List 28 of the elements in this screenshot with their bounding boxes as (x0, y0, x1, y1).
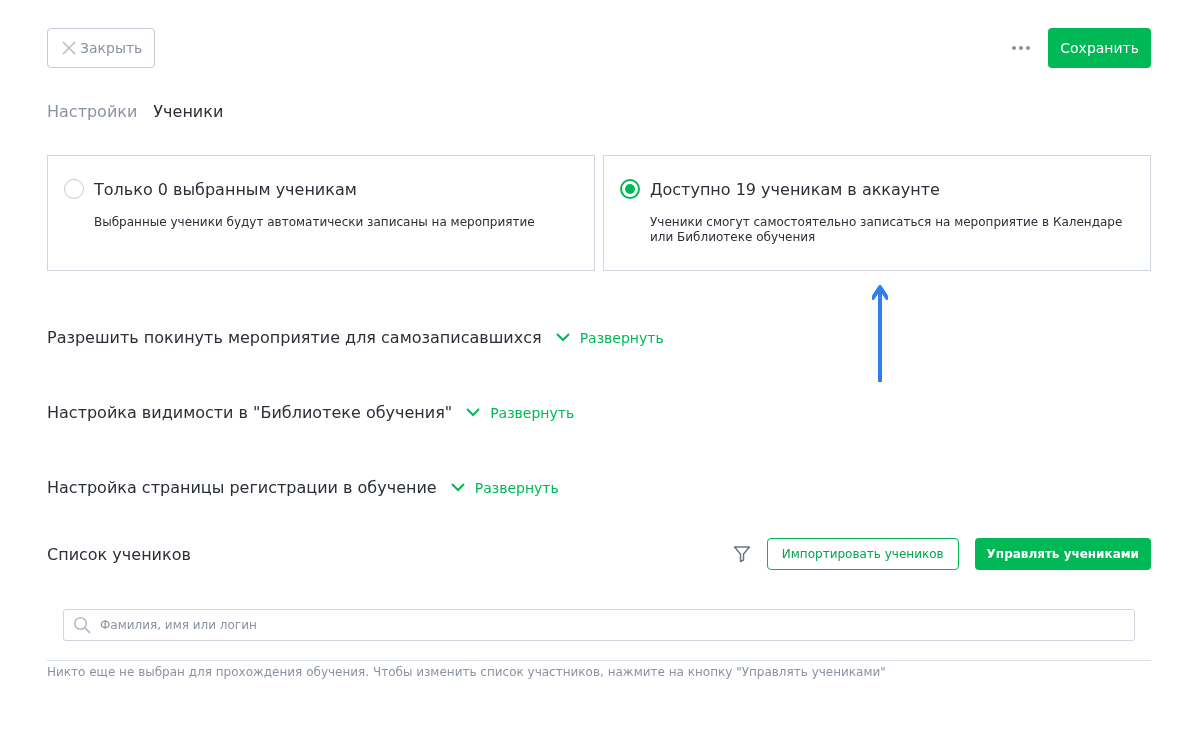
import-button[interactable]: Импортировать учеников (766, 538, 959, 570)
filter-icon[interactable] (732, 545, 751, 563)
chevron-down-icon (466, 408, 481, 417)
close-button[interactable]: Закрыть (47, 28, 156, 68)
chevron-down-icon (450, 483, 465, 492)
empty-note: Никто еще не выбран для прохождения обучения. Чтобы изменить список участников, нажмите на кнопку "Управлять учениками" (47, 665, 887, 679)
section-title: Настройка страницы регистрации в обучение (47, 478, 437, 497)
radio-button[interactable] (620, 179, 640, 199)
section-title: Настройка видимости в "Библиотеке обучения" (47, 403, 453, 422)
option-card[interactable]: Только 0 выбранным ученикам Выбранные ученики будут автоматически записаны на мероприятие (47, 155, 595, 271)
expand-toggle[interactable]: Развернуть (450, 479, 559, 496)
section-title: Разрешить покинуть мероприятие для самозаписавшихся (47, 328, 542, 347)
option-title: Только 0 выбранным ученикам (94, 179, 357, 199)
option-title: Доступно 19 ученикам в аккаунте (650, 179, 940, 199)
list-title: Список учеников (47, 544, 191, 564)
save-button[interactable]: Сохранить (1048, 28, 1151, 68)
chevron-down-icon (555, 333, 570, 342)
tab[interactable]: Ученики (153, 102, 224, 121)
option-card[interactable]: Доступно 19 ученикам в аккаунте Ученики смогут самостоятельно записаться на мероприятие в Календаре или Библиотеке обучения (603, 155, 1151, 271)
option-description: Выбранные ученики будут автоматически записаны на мероприятие (94, 215, 536, 230)
close-icon (62, 41, 76, 55)
search-field[interactable]: Фамилия, имя или логин (63, 609, 1135, 641)
more-icon[interactable] (1012, 46, 1031, 50)
manage-button[interactable]: Управлять учениками (974, 538, 1151, 570)
tab[interactable]: Настройки (47, 102, 138, 121)
expand-toggle[interactable]: Развернуть (555, 329, 664, 346)
expand-toggle[interactable]: Развернуть (466, 404, 575, 421)
option-description: Ученики смогут самостоятельно записаться на мероприятие в Календаре или Библиотеке обучения (650, 215, 1124, 245)
